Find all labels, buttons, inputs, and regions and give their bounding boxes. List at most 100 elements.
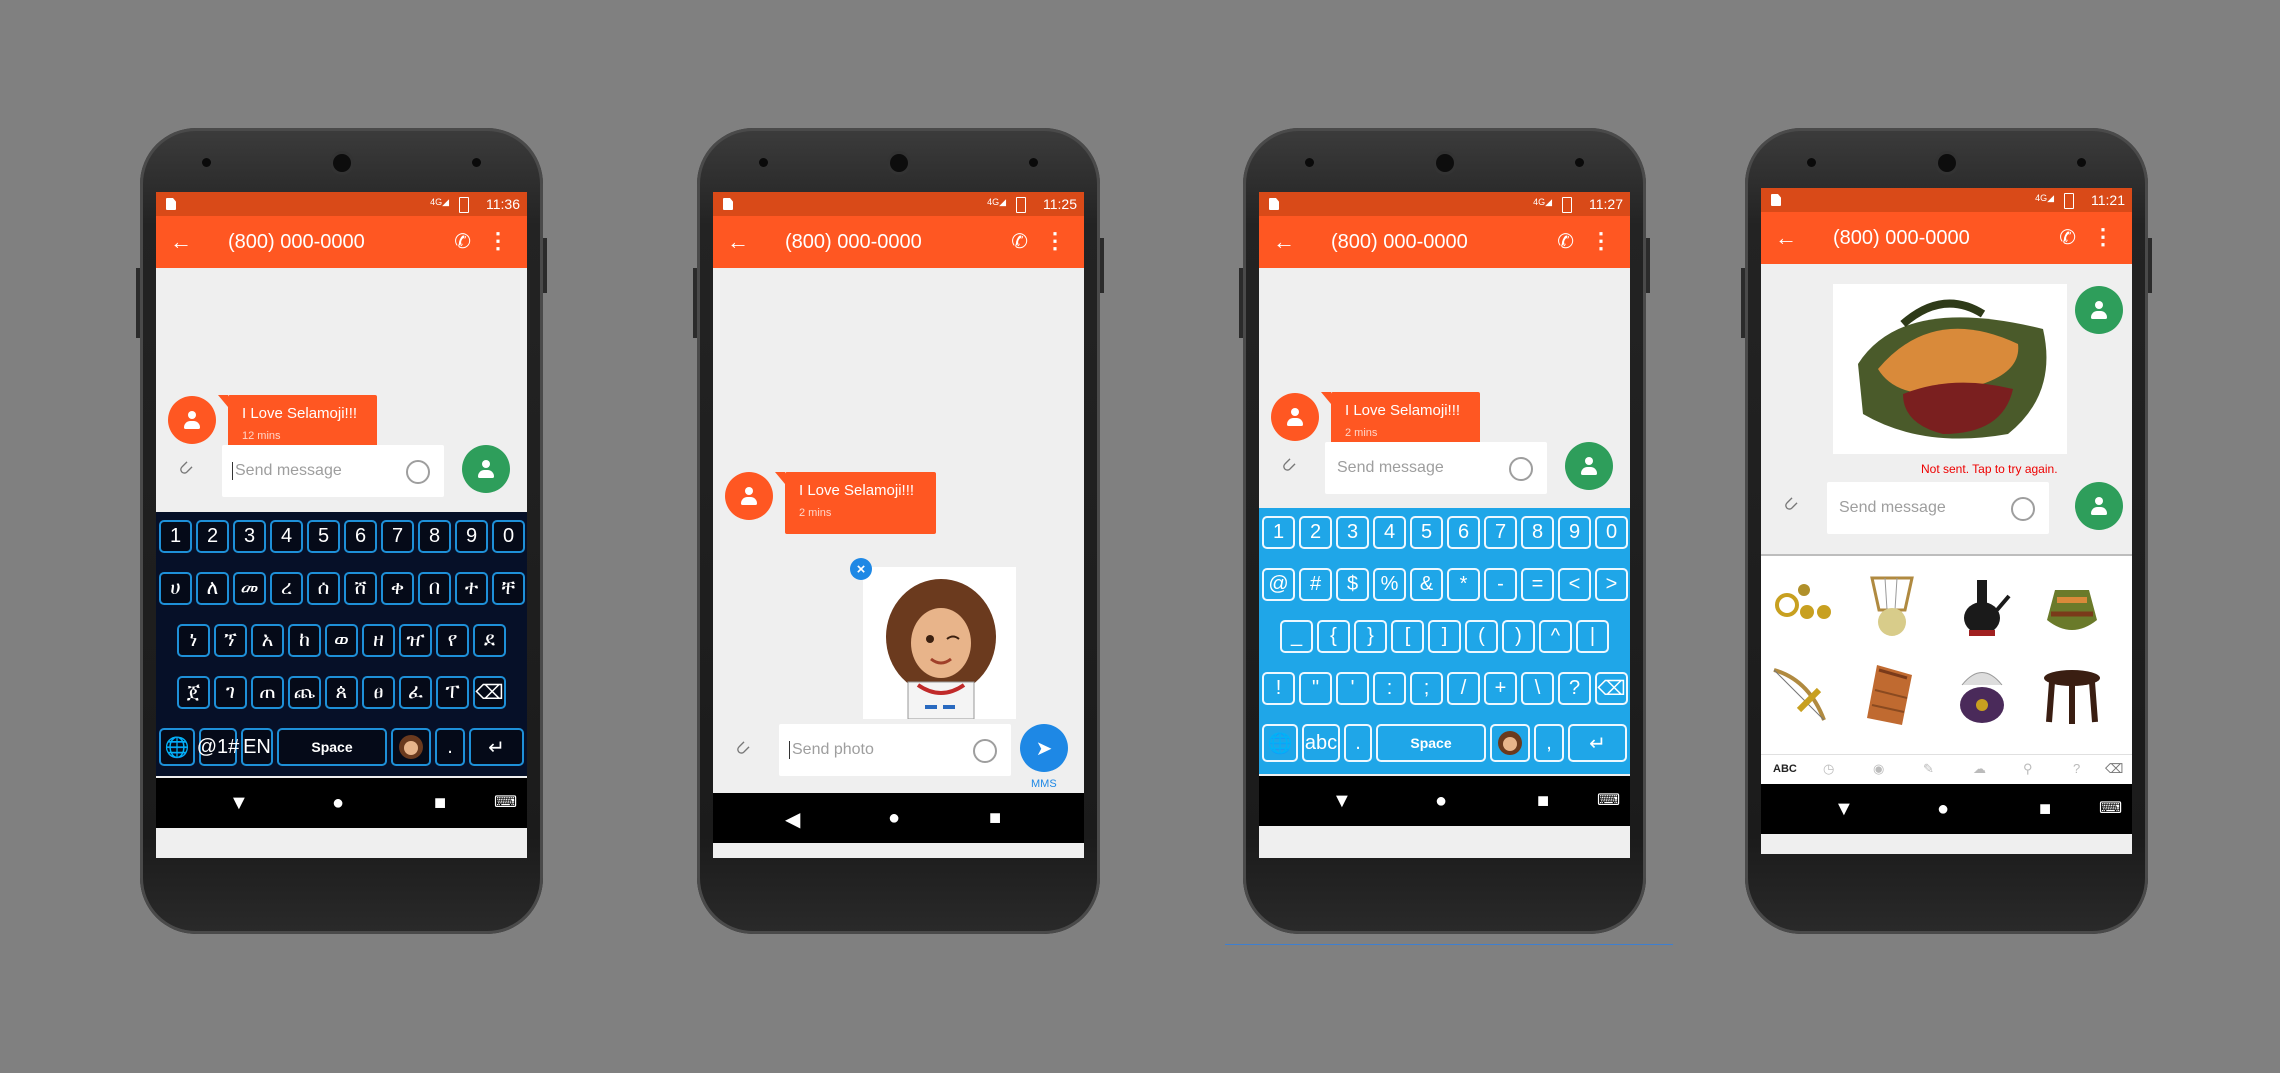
- key-0-7[interactable]: 8: [418, 520, 451, 553]
- key-3-2[interactable]: ': [1336, 672, 1369, 705]
- back-arrow-icon[interactable]: ←: [727, 229, 749, 255]
- emoji-icon[interactable]: [973, 739, 997, 763]
- key-2-3[interactable]: ከ: [288, 624, 321, 657]
- key-1-2[interactable]: $: [1336, 568, 1369, 601]
- back-arrow-icon[interactable]: ←: [1775, 225, 1797, 251]
- key-0-9[interactable]: 0: [1595, 516, 1628, 549]
- keyboard-icon[interactable]: ⌨: [494, 792, 517, 812]
- nav-back-icon[interactable]: ▼: [229, 792, 249, 815]
- comma-key[interactable]: ,: [1534, 724, 1564, 762]
- sticker-tab-icon[interactable]: ⚲: [2023, 761, 2033, 777]
- backspace-key[interactable]: ⌫: [473, 676, 506, 709]
- emoji-icon[interactable]: [2011, 497, 2035, 521]
- key-0-0[interactable]: 1: [1262, 516, 1295, 549]
- key-0-4[interactable]: 5: [1410, 516, 1443, 549]
- key-1-4[interactable]: ሰ: [307, 572, 340, 605]
- key-1-6[interactable]: -: [1484, 568, 1517, 601]
- enter-icon[interactable]: ↵: [1568, 724, 1627, 762]
- key-2-2[interactable]: አ: [251, 624, 284, 657]
- sticker-lyre[interactable]: [1857, 570, 1927, 645]
- space-key[interactable]: Space: [277, 728, 387, 766]
- key-2-8[interactable]: |: [1576, 620, 1609, 653]
- key-0-3[interactable]: 4: [270, 520, 303, 553]
- back-arrow-icon[interactable]: ←: [170, 229, 192, 255]
- self-avatar[interactable]: [2075, 286, 2123, 334]
- key-3-4[interactable]: ጰ: [325, 676, 358, 709]
- nav-home-icon[interactable]: ●: [1937, 798, 1949, 821]
- key-2-7[interactable]: የ: [436, 624, 469, 657]
- nav-back-icon[interactable]: ▼: [1834, 798, 1854, 821]
- key-0-4[interactable]: 5: [307, 520, 340, 553]
- key-0-6[interactable]: 7: [1484, 516, 1517, 549]
- key-1-5[interactable]: *: [1447, 568, 1480, 601]
- key-3-4[interactable]: ;: [1410, 672, 1443, 705]
- key-0-8[interactable]: 9: [1558, 516, 1591, 549]
- language-key[interactable]: EN: [241, 728, 273, 766]
- nav-home-icon[interactable]: ●: [1435, 790, 1447, 813]
- back-arrow-icon[interactable]: ←: [1273, 229, 1295, 255]
- contact-avatar[interactable]: [168, 396, 216, 444]
- key-3-2[interactable]: ጠ: [251, 676, 284, 709]
- nav-recents-icon[interactable]: ■: [434, 792, 446, 815]
- key-2-4[interactable]: ወ: [325, 624, 358, 657]
- sent-sticker-message[interactable]: [1833, 284, 2067, 454]
- send-error[interactable]: Not sent. Tap to try again.: [1921, 462, 2058, 476]
- key-0-5[interactable]: 6: [344, 520, 377, 553]
- key-1-4[interactable]: &: [1410, 568, 1443, 601]
- sticker-jebena[interactable]: [1947, 570, 2017, 645]
- sticker-pot[interactable]: [2037, 570, 2107, 645]
- selamoji-key[interactable]: [391, 728, 431, 766]
- keyboard-icon[interactable]: ⌨: [2099, 798, 2122, 818]
- key-0-2[interactable]: 3: [233, 520, 266, 553]
- remove-attachment-icon[interactable]: ×: [850, 558, 872, 580]
- send-button[interactable]: ➤: [1020, 724, 1068, 772]
- key-0-0[interactable]: 1: [159, 520, 192, 553]
- paperclip-icon[interactable]: ⊂: [173, 456, 199, 482]
- dot-key[interactable]: .: [1344, 724, 1372, 762]
- paperclip-icon[interactable]: ⊂: [1778, 492, 1804, 518]
- symbols-key[interactable]: abc: [1302, 724, 1340, 762]
- nav-back-icon[interactable]: ▼: [1332, 790, 1352, 813]
- key-1-7[interactable]: =: [1521, 568, 1554, 601]
- key-2-1[interactable]: {: [1317, 620, 1350, 653]
- sticker-tab-icon[interactable]: ☁: [1973, 761, 1986, 777]
- nav-recents-icon[interactable]: ■: [2039, 798, 2051, 821]
- emoji-icon[interactable]: [1509, 457, 1533, 481]
- key-2-5[interactable]: ዘ: [362, 624, 395, 657]
- nav-recents-icon[interactable]: ■: [1537, 790, 1549, 813]
- help-icon[interactable]: ?: [2073, 761, 2080, 776]
- sticker-tab-icon[interactable]: ◉: [1873, 761, 1884, 777]
- key-2-6[interactable]: ): [1502, 620, 1535, 653]
- selamoji-key[interactable]: [1490, 724, 1530, 762]
- sticker-bow[interactable]: [1769, 660, 1839, 735]
- paperclip-icon[interactable]: ⊂: [730, 736, 756, 762]
- key-1-1[interactable]: #: [1299, 568, 1332, 601]
- key-3-5[interactable]: ፀ: [362, 676, 395, 709]
- attached-selamoji[interactable]: [863, 567, 1016, 720]
- key-3-8[interactable]: ?: [1558, 672, 1591, 705]
- contact-avatar[interactable]: [725, 472, 773, 520]
- contact-avatar[interactable]: [1271, 393, 1319, 441]
- key-1-0[interactable]: ሀ: [159, 572, 192, 605]
- message-input[interactable]: Send message: [1827, 482, 2049, 534]
- phone-icon[interactable]: ✆: [1557, 229, 1574, 254]
- key-0-1[interactable]: 2: [196, 520, 229, 553]
- key-2-5[interactable]: (: [1465, 620, 1498, 653]
- key-3-1[interactable]: ገ: [214, 676, 247, 709]
- key-2-3[interactable]: [: [1391, 620, 1424, 653]
- self-avatar[interactable]: [1565, 442, 1613, 490]
- phone-icon[interactable]: ✆: [454, 229, 471, 254]
- space-key[interactable]: Space: [1376, 724, 1486, 762]
- key-1-8[interactable]: ተ: [455, 572, 488, 605]
- backspace-icon[interactable]: ⌫: [2105, 761, 2123, 777]
- sticker-stool[interactable]: [2037, 660, 2107, 735]
- key-1-9[interactable]: >: [1595, 568, 1628, 601]
- paperclip-icon[interactable]: ⊂: [1276, 453, 1302, 479]
- key-0-3[interactable]: 4: [1373, 516, 1406, 549]
- key-3-3[interactable]: :: [1373, 672, 1406, 705]
- key-2-4[interactable]: ]: [1428, 620, 1461, 653]
- key-3-7[interactable]: ፐ: [436, 676, 469, 709]
- key-3-0[interactable]: ጀ: [177, 676, 210, 709]
- key-2-0[interactable]: _: [1280, 620, 1313, 653]
- key-2-1[interactable]: ኘ: [214, 624, 247, 657]
